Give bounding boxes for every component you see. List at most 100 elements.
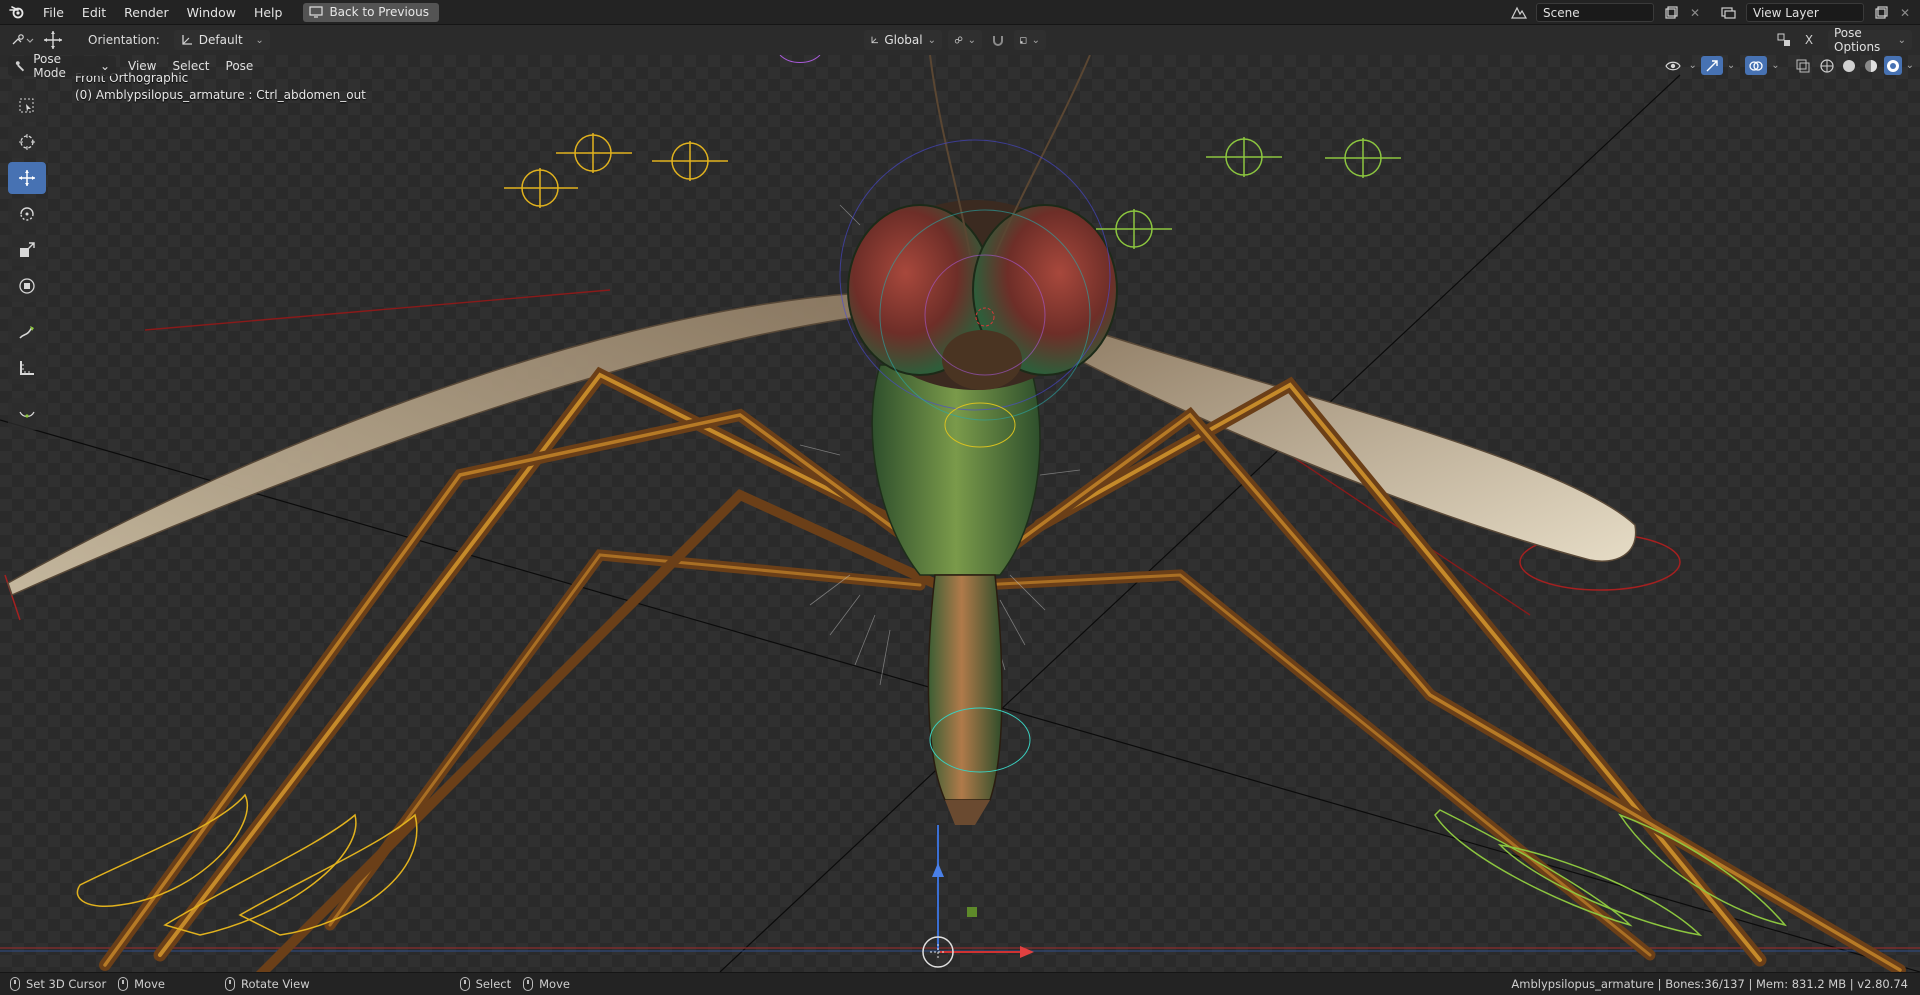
status-move-2: Move bbox=[523, 977, 570, 991]
select-box-tool[interactable] bbox=[8, 90, 46, 122]
mouse-middle-icon bbox=[225, 977, 236, 991]
orientation-value: Default bbox=[198, 33, 243, 47]
transform-orientation-value: Global bbox=[884, 33, 923, 47]
view-layer-field[interactable]: View Layer bbox=[1746, 3, 1864, 22]
back-to-previous-button[interactable]: Back to Previous bbox=[303, 2, 439, 22]
restrict-toggle-icon[interactable] bbox=[1774, 31, 1796, 50]
pose-mode-icon bbox=[15, 61, 25, 72]
chevron-down-icon: ⌄ bbox=[967, 34, 976, 46]
status-select: Select bbox=[459, 977, 512, 991]
rotate-icon bbox=[20, 207, 34, 221]
measure-icon bbox=[20, 361, 34, 375]
transform-icon bbox=[19, 278, 35, 294]
3d-viewport[interactable]: Front Orthographic (0) Amblypsilopus_arm… bbox=[0, 55, 1920, 972]
blender-logo-icon[interactable] bbox=[0, 0, 34, 25]
status-rotate-view-label: Rotate View bbox=[241, 977, 310, 991]
menu-window[interactable]: Window bbox=[178, 0, 245, 25]
rendered-shading-icon[interactable] bbox=[1883, 56, 1902, 75]
chevron-down-icon[interactable]: ⌄ bbox=[1727, 60, 1735, 71]
chevron-down-icon[interactable]: ⌄ bbox=[1688, 60, 1696, 71]
menu-edit[interactable]: Edit bbox=[73, 0, 115, 25]
pose-options-label: Pose Options bbox=[1834, 26, 1881, 54]
pivot-point-dropdown[interactable]: ⌄ bbox=[948, 30, 982, 50]
transform-orientation-dropdown[interactable]: Global ⌄ bbox=[864, 30, 942, 50]
mode-value: Pose Mode bbox=[33, 52, 66, 80]
top-menu-bar: File Edit Render Window Help Back to Pre… bbox=[0, 0, 1920, 25]
orientation-icon bbox=[182, 35, 192, 45]
view-layer-icon[interactable] bbox=[1718, 3, 1740, 22]
status-set-cursor: Set 3D Cursor bbox=[10, 977, 106, 991]
gizmo-toggle-icon[interactable] bbox=[1700, 56, 1723, 75]
active-object-label: (0) Amblypsilopus_armature : Ctrl_abdome… bbox=[75, 88, 366, 102]
menu-render[interactable]: Render bbox=[115, 0, 178, 25]
orientation-label: Orientation: bbox=[88, 33, 160, 47]
viewport-header: Pose Mode ⌄ View Select Pose ⌄ ⌄ ⌄ ⌄ bbox=[0, 52, 1920, 80]
cursor-tool[interactable] bbox=[8, 126, 46, 158]
scene-canvas bbox=[0, 55, 1920, 972]
select-box-icon bbox=[19, 98, 34, 113]
status-move: Move bbox=[118, 977, 165, 991]
snap-toggle-icon[interactable] bbox=[988, 31, 1008, 50]
status-select-label: Select bbox=[475, 977, 512, 991]
chevron-down-icon: ⌄ bbox=[1897, 34, 1906, 46]
mouse-right-icon bbox=[459, 977, 470, 991]
status-rotate-view: Rotate View bbox=[225, 977, 310, 991]
annotate-icon bbox=[19, 326, 34, 339]
menu-file[interactable]: File bbox=[34, 0, 73, 25]
mouse-drag-icon bbox=[118, 977, 129, 991]
mouse-left-icon bbox=[10, 977, 20, 991]
solid-shading-icon[interactable] bbox=[1840, 56, 1858, 75]
pivot-icon bbox=[954, 36, 963, 44]
menu-help[interactable]: Help bbox=[245, 0, 292, 25]
remove-scene-icon[interactable]: ✕ bbox=[1688, 6, 1702, 20]
scene-field[interactable]: Scene bbox=[1536, 3, 1654, 22]
screen-icon bbox=[309, 6, 324, 18]
move-tool-icon[interactable] bbox=[38, 31, 68, 50]
global-axes-icon bbox=[871, 36, 878, 44]
remove-view-layer-icon[interactable]: ✕ bbox=[1898, 6, 1912, 20]
chevron-down-icon: ⌄ bbox=[99, 59, 110, 73]
scale-tool[interactable] bbox=[8, 234, 46, 266]
x-mirror-toggle[interactable]: X bbox=[1802, 33, 1816, 47]
status-move-2-label: Move bbox=[539, 977, 570, 991]
chevron-down-icon: ⌄ bbox=[927, 34, 936, 46]
status-set-cursor-label: Set 3D Cursor bbox=[26, 977, 107, 991]
transform-tool[interactable] bbox=[8, 270, 46, 302]
viewport-tool-header: Orientation: Default ⌄ Global ⌄ ⌄ ⌄ X Po… bbox=[0, 25, 1920, 55]
rotate-tool[interactable] bbox=[8, 198, 46, 230]
editor-type-icon[interactable] bbox=[6, 31, 38, 50]
snap-target-icon bbox=[1020, 36, 1027, 44]
bone-roll-icon bbox=[19, 411, 35, 418]
menu-pose[interactable]: Pose bbox=[218, 59, 262, 73]
menu-select[interactable]: Select bbox=[164, 59, 217, 73]
overlays-toggle-icon[interactable] bbox=[1745, 56, 1768, 75]
new-view-layer-icon[interactable] bbox=[1870, 3, 1892, 22]
xray-toggle-icon[interactable] bbox=[1792, 56, 1814, 75]
status-move-label: Move bbox=[134, 977, 166, 991]
pose-options-dropdown[interactable]: Pose Options ⌄ bbox=[1828, 26, 1912, 54]
mouse-right-drag-icon bbox=[523, 977, 534, 991]
chevron-down-icon[interactable]: ⌄ bbox=[1906, 60, 1914, 71]
cursor-icon bbox=[19, 134, 35, 150]
measure-tool[interactable] bbox=[8, 352, 46, 384]
wireframe-shading-icon[interactable] bbox=[1818, 56, 1836, 75]
tool-shelf bbox=[8, 90, 46, 430]
menu-view[interactable]: View bbox=[120, 59, 164, 73]
chevron-down-icon: ⌄ bbox=[1031, 34, 1040, 46]
material-shading-icon[interactable] bbox=[1862, 56, 1880, 75]
scale-icon bbox=[20, 242, 35, 257]
back-to-previous-label: Back to Previous bbox=[329, 5, 429, 19]
new-scene-icon[interactable] bbox=[1660, 3, 1682, 22]
snap-target-dropdown[interactable]: ⌄ bbox=[1014, 30, 1046, 50]
bone-roll-tool[interactable] bbox=[8, 398, 46, 430]
move-icon bbox=[19, 170, 35, 186]
status-bar: Set 3D Cursor Move Rotate View Select Mo… bbox=[0, 972, 1920, 995]
move-tool[interactable] bbox=[8, 162, 46, 194]
orientation-dropdown[interactable]: Default ⌄ bbox=[173, 30, 270, 50]
chevron-down-icon: ⌄ bbox=[255, 34, 264, 46]
visibility-icon[interactable] bbox=[1662, 56, 1684, 75]
scene-icon[interactable] bbox=[1508, 3, 1530, 22]
annotate-tool[interactable] bbox=[8, 316, 46, 348]
chevron-down-icon[interactable]: ⌄ bbox=[1771, 60, 1779, 71]
mode-dropdown[interactable]: Pose Mode ⌄ bbox=[8, 52, 116, 80]
